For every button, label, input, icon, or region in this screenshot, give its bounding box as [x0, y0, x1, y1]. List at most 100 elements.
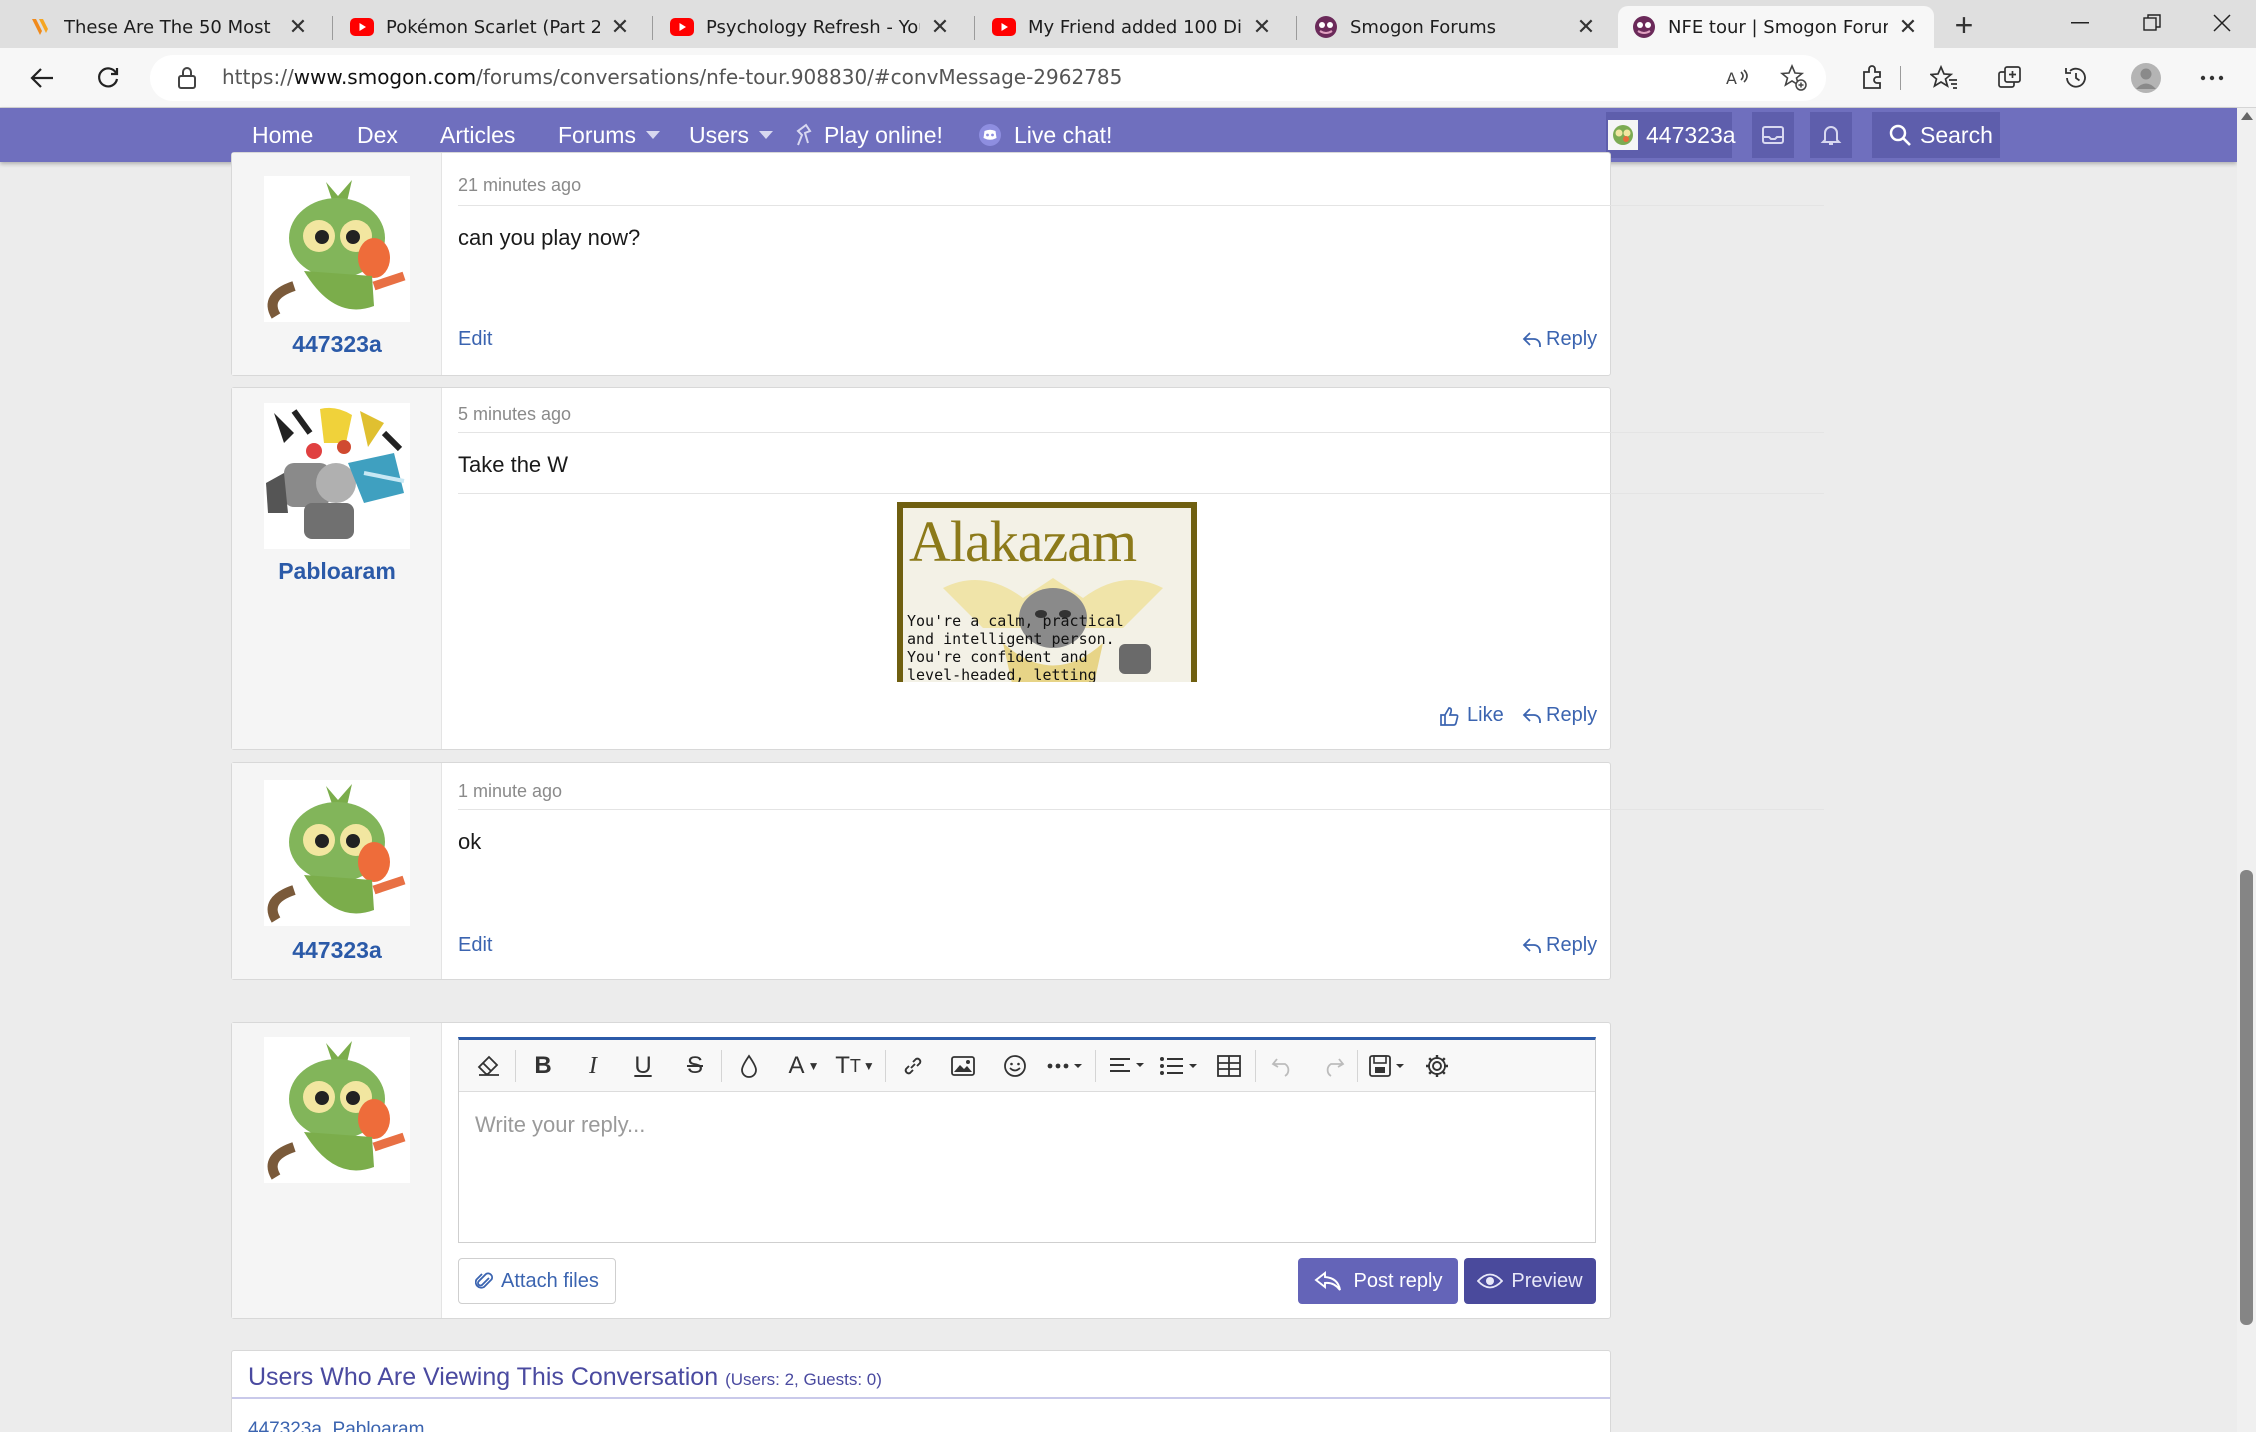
scroll-up-arrow-icon[interactable] [2241, 112, 2253, 120]
browser-tab-active[interactable]: NFE tour | Smogon Forums ✕ [1618, 6, 1934, 48]
underline-icon[interactable]: U [625, 1048, 661, 1084]
close-tab-icon[interactable]: ✕ [1574, 14, 1598, 40]
reply-label: Reply [1546, 704, 1598, 726]
redo-icon[interactable] [1315, 1048, 1351, 1084]
more-menu-icon[interactable] [2192, 58, 2232, 98]
read-aloud-icon[interactable]: A [1724, 64, 1752, 92]
reply-input[interactable]: Write your reply... [475, 1112, 645, 1138]
reply-button[interactable]: Reply [1522, 704, 1597, 727]
eraser-icon[interactable] [471, 1048, 507, 1084]
extensions-icon[interactable] [1852, 58, 1892, 98]
add-favorite-icon[interactable] [1780, 64, 1808, 92]
strikethrough-icon[interactable]: S [677, 1048, 713, 1084]
url-text[interactable]: https://www.smogon.com/forums/conversati… [222, 65, 1122, 89]
nav-live-chat-label: Live chat! [1014, 121, 1113, 148]
message-divider [458, 493, 1824, 494]
conversation-message: 447323a 21 minutes ago can you play now?… [231, 152, 1824, 376]
conversation-message: 447323a 1 minute ago ok Edit Reply [231, 762, 1824, 980]
browser-tab[interactable]: Smogon Forums ✕ [1300, 6, 1612, 48]
close-tab-icon[interactable]: ✕ [286, 14, 310, 40]
font-family-icon[interactable]: A ▼ [781, 1048, 827, 1084]
rich-text-editor[interactable]: B I U S A ▼ T T ▼ Write your reply... [458, 1037, 1596, 1243]
browser-tab[interactable]: These Are The 50 Most Beau ✕ [14, 6, 324, 48]
list-icon[interactable] [1157, 1048, 1203, 1084]
reply-icon [1313, 1271, 1341, 1291]
quick-reply: B I U S A ▼ T T ▼ Write your reply... At… [231, 1022, 1611, 1319]
avatar[interactable] [264, 780, 410, 926]
youtube-icon [992, 15, 1016, 39]
users-viewing-title: Users Who Are Viewing This Conversation … [248, 1363, 882, 1392]
history-icon[interactable] [2056, 58, 2096, 98]
close-tab-icon[interactable]: ✕ [1250, 14, 1274, 40]
message-username[interactable]: 447323a [232, 331, 442, 358]
browser-tab[interactable]: Psychology Refresh - YouTu ✕ [656, 6, 966, 48]
address-bar[interactable]: https://www.smogon.com/forums/conversati… [150, 55, 1826, 101]
attach-files-label: Attach files [501, 1269, 599, 1292]
emoji-icon[interactable] [997, 1048, 1033, 1084]
browser-tab[interactable]: Pokémon Scarlet (Part 2) - Y ✕ [336, 6, 646, 48]
collections-icon[interactable] [1990, 58, 2030, 98]
close-tab-icon[interactable]: ✕ [608, 14, 632, 40]
message-username[interactable]: Pabloaram [232, 558, 442, 585]
message-timestamp[interactable]: 1 minute ago [458, 781, 562, 802]
message-user-panel: 447323a [232, 153, 442, 375]
preview-label: Preview [1511, 1269, 1583, 1292]
message-username[interactable]: 447323a [232, 937, 442, 964]
paperclip-icon [475, 1272, 493, 1289]
drafts-icon[interactable] [1365, 1048, 1411, 1084]
font-size-icon[interactable]: T T ▼ [831, 1048, 879, 1084]
chevron-down-icon[interactable] [759, 131, 774, 139]
nav-search[interactable]: Search [1872, 112, 2000, 158]
like-button[interactable]: Like [1439, 704, 1504, 727]
users-viewing-count: (Users: 2, Guests: 0) [725, 1370, 882, 1389]
table-icon[interactable] [1211, 1048, 1247, 1084]
message-timestamp[interactable]: 5 minutes ago [458, 404, 571, 425]
italic-icon[interactable]: I [575, 1048, 611, 1084]
image-icon[interactable] [945, 1048, 981, 1084]
close-tab-icon[interactable]: ✕ [1896, 14, 1920, 40]
minimize-icon[interactable] [2046, 0, 2114, 46]
profile-avatar-icon[interactable] [2126, 58, 2166, 98]
attach-files-button[interactable]: Attach files [458, 1258, 616, 1304]
align-icon[interactable] [1105, 1048, 1151, 1084]
scrollbar-thumb[interactable] [2240, 870, 2253, 1325]
close-window-icon[interactable] [2188, 0, 2256, 46]
message-timestamp[interactable]: 21 minutes ago [458, 175, 581, 196]
more-options-icon[interactable] [1043, 1048, 1089, 1084]
undo-icon[interactable] [1265, 1048, 1301, 1084]
editor-toolbar: B I U S A ▼ T T ▼ [459, 1040, 1595, 1092]
reply-button[interactable]: Reply [1522, 328, 1597, 351]
browser-tab[interactable]: My Friend added 100 Dimen ✕ [978, 6, 1288, 48]
refresh-icon[interactable] [88, 58, 128, 98]
close-tab-icon[interactable]: ✕ [928, 14, 952, 40]
nav-search-label: Search [1920, 121, 1993, 148]
avatar[interactable] [264, 176, 410, 322]
reply-button[interactable]: Reply [1522, 934, 1597, 957]
link-icon[interactable] [895, 1048, 931, 1084]
avatar[interactable] [264, 1037, 410, 1183]
thumbs-up-icon [1440, 706, 1459, 726]
bold-icon[interactable]: B [525, 1048, 561, 1084]
embedded-image[interactable]: Alakazam You're a calm, practical and in… [897, 502, 1197, 682]
bell-icon[interactable] [1810, 112, 1852, 158]
new-tab-icon[interactable]: + [1944, 6, 1984, 44]
message-body: Take the W [458, 452, 569, 477]
back-arrow-icon[interactable] [22, 58, 62, 98]
gear-icon[interactable] [1419, 1048, 1455, 1084]
avatar [1608, 120, 1638, 150]
edit-link[interactable]: Edit [458, 934, 492, 957]
nav-account[interactable]: 447323a [1606, 112, 1736, 158]
message-body: ok [458, 829, 482, 854]
orange-logo-icon [28, 15, 52, 39]
restore-icon[interactable] [2118, 0, 2186, 46]
inbox-icon[interactable] [1752, 112, 1794, 158]
lock-icon[interactable] [176, 66, 200, 90]
favorites-icon[interactable] [1924, 58, 1964, 98]
edit-link[interactable]: Edit [458, 328, 492, 351]
users-viewing-list[interactable]: 447323a, Pabloaram [248, 1419, 424, 1432]
chevron-down-icon[interactable] [645, 131, 660, 139]
text-color-icon[interactable] [731, 1048, 767, 1084]
avatar[interactable] [264, 403, 410, 549]
preview-button[interactable]: Preview [1464, 1258, 1596, 1304]
post-reply-button[interactable]: Post reply [1298, 1258, 1458, 1304]
